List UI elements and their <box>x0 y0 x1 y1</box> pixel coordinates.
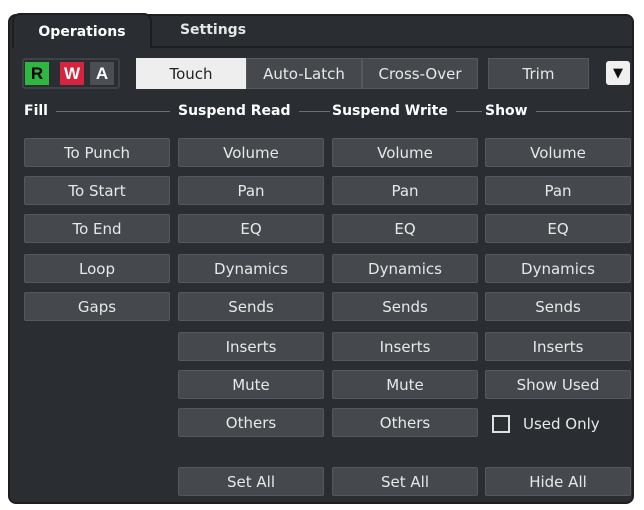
fill-loop-button[interactable]: Loop <box>24 254 170 283</box>
fill-to-end-button[interactable]: To End <box>24 214 170 243</box>
tab-operations[interactable]: Operations <box>12 13 152 48</box>
suspend-read-volume-button[interactable]: Volume <box>178 138 324 167</box>
trim-button[interactable]: Trim <box>488 58 589 89</box>
hide-all-button[interactable]: Hide All <box>485 467 631 496</box>
read-enable-button[interactable]: R <box>24 61 50 86</box>
set-all-write-button[interactable]: Set All <box>332 467 478 496</box>
suspend-write-pan-button[interactable]: Pan <box>332 176 478 205</box>
set-all-read-button[interactable]: Set All <box>178 467 324 496</box>
show-used-button[interactable]: Show Used <box>485 370 631 399</box>
used-only-label: Used Only <box>523 415 600 433</box>
suspend-read-mute-button[interactable]: Mute <box>178 370 324 399</box>
section-suspend-read: Suspend Read <box>178 100 330 122</box>
suspend-write-dynamics-button[interactable]: Dynamics <box>332 254 478 283</box>
suspend-write-eq-button[interactable]: EQ <box>332 214 478 243</box>
fill-gaps-button[interactable]: Gaps <box>24 292 170 321</box>
used-only-checkbox[interactable] <box>492 415 510 433</box>
mode-cross-over[interactable]: Cross-Over <box>362 58 478 89</box>
section-label: Fill <box>24 103 48 119</box>
suspend-write-sends-button[interactable]: Sends <box>332 292 478 321</box>
suspend-read-dynamics-button[interactable]: Dynamics <box>178 254 324 283</box>
section-label: Suspend Write <box>332 103 448 119</box>
chevron-down-icon[interactable]: ▼ <box>606 61 630 85</box>
all-button[interactable]: A <box>89 61 115 86</box>
section-suspend-write: Suspend Write <box>332 100 482 122</box>
fill-to-punch-button[interactable]: To Punch <box>24 138 170 167</box>
tab-settings[interactable]: Settings <box>158 13 268 46</box>
suspend-write-volume-button[interactable]: Volume <box>332 138 478 167</box>
section-label: Show <box>485 103 528 119</box>
show-inserts-button[interactable]: Inserts <box>485 332 631 361</box>
show-eq-button[interactable]: EQ <box>485 214 631 243</box>
suspend-read-eq-button[interactable]: EQ <box>178 214 324 243</box>
mode-touch[interactable]: Touch <box>136 58 246 89</box>
suspend-read-others-button[interactable]: Others <box>178 408 324 437</box>
show-pan-button[interactable]: Pan <box>485 176 631 205</box>
section-show: Show <box>485 100 631 122</box>
show-sends-button[interactable]: Sends <box>485 292 631 321</box>
suspend-read-inserts-button[interactable]: Inserts <box>178 332 324 361</box>
show-volume-button[interactable]: Volume <box>485 138 631 167</box>
suspend-read-sends-button[interactable]: Sends <box>178 292 324 321</box>
write-enable-button[interactable]: W <box>59 61 85 86</box>
suspend-read-pan-button[interactable]: Pan <box>178 176 324 205</box>
section-fill: Fill <box>24 100 170 122</box>
suspend-write-others-button[interactable]: Others <box>332 408 478 437</box>
suspend-write-inserts-button[interactable]: Inserts <box>332 332 478 361</box>
mode-auto-latch[interactable]: Auto-Latch <box>246 58 362 89</box>
show-dynamics-button[interactable]: Dynamics <box>485 254 631 283</box>
suspend-write-mute-button[interactable]: Mute <box>332 370 478 399</box>
fill-to-start-button[interactable]: To Start <box>24 176 170 205</box>
section-label: Suspend Read <box>178 103 291 119</box>
